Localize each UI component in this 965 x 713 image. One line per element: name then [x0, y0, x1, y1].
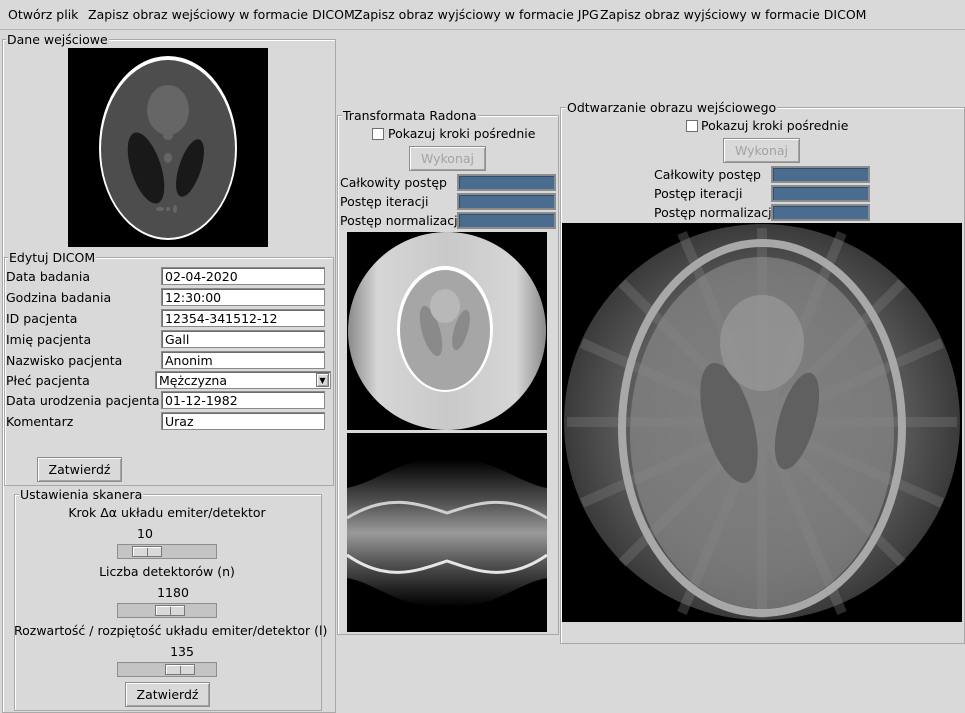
radon-iteration-progress-bar: [457, 193, 556, 210]
reconstruction-normalization-progress-fill: [772, 205, 869, 220]
birth-date-field[interactable]: 01-12-1982: [161, 391, 325, 409]
phantom-small-spot-4: [166, 207, 170, 211]
reconstruction-iteration-progress-bar: [771, 185, 870, 202]
reconstruction-normalization-progress-label: Postęp normalizacji: [654, 205, 776, 220]
radon-title: Transformata Radona: [342, 108, 478, 123]
phantom-small-spot-1: [163, 132, 173, 140]
exam-time-field[interactable]: 12:30:00: [161, 288, 325, 306]
label-patient-id: ID pacjenta: [6, 311, 78, 326]
radon-total-progress-label: Całkowity postęp: [340, 175, 447, 190]
reconstruction-show-steps-label: Pokazuj kroki pośrednie: [701, 118, 849, 133]
sinogram-band: [347, 459, 547, 607]
reconstruction-total-progress-bar: [771, 166, 870, 183]
detectors-label: Liczba detektorów (n): [99, 564, 235, 579]
exam-date-field[interactable]: 02-04-2020: [161, 267, 325, 285]
reconstruction-normalization-progress-bar: [771, 204, 870, 221]
sinogram-drawing: [347, 459, 547, 607]
step-label: Krok Δα układu emiter/detektor: [68, 505, 266, 520]
patient-first-name-field[interactable]: Gall: [161, 330, 325, 348]
label-patient-first-name: Imię pacjenta: [6, 332, 92, 347]
detectors-slider[interactable]: [117, 603, 217, 618]
radon-normalization-progress-fill: [458, 213, 555, 228]
detectors-value: 1180: [157, 585, 189, 600]
menu-save-output-jpg[interactable]: Zapisz obraz wyjściowy w formacie JPG: [354, 7, 599, 22]
chevron-down-icon[interactable]: ▼: [316, 373, 329, 387]
reconstruction-show-steps-checkbox[interactable]: [686, 120, 698, 132]
step-slider-handle-grip: [147, 548, 149, 557]
radon-preview-top-blob: [430, 289, 460, 323]
spread-value: 135: [170, 644, 194, 659]
radon-total-progress-fill: [458, 175, 555, 190]
menu-open-file[interactable]: Otwórz plik: [8, 7, 78, 22]
phantom-top-blob: [147, 85, 189, 135]
input-phantom-image: [68, 48, 268, 247]
spread-label: Rozwartość / rozpiętość układu emiter/de…: [14, 623, 328, 638]
label-exam-date: Data badania: [6, 269, 91, 284]
detectors-slider-handle-grip: [170, 607, 172, 616]
radon-show-steps-checkbox[interactable]: [372, 128, 384, 140]
reconstruction-title: Odtwarzanie obrazu wejściowego: [566, 100, 778, 115]
menu-save-output-dicom[interactable]: Zapisz obraz wyjściowy w formacie DICOM: [600, 7, 866, 22]
radon-preview-brain: [400, 270, 490, 390]
scanner-settings-title: Ustawienia skanera: [19, 487, 144, 502]
reconstruction-output-image: [562, 223, 962, 622]
reconstruction-top-blob: [720, 295, 804, 391]
reconstruction-total-progress-label: Całkowity postęp: [654, 167, 761, 182]
comment-field[interactable]: Uraz: [161, 412, 325, 430]
scanner-confirm-button[interactable]: Zatwierdź: [125, 682, 210, 707]
reconstruction-iteration-progress-label: Postęp iteracji: [654, 186, 743, 201]
radon-iteration-progress-label: Postęp iteracji: [340, 194, 429, 209]
radon-normalization-progress-bar: [457, 212, 556, 229]
reconstruction-drawing: [564, 224, 960, 620]
phantom-small-spot-2: [164, 153, 172, 163]
radon-total-progress-bar: [457, 174, 556, 191]
spread-slider-handle[interactable]: [165, 664, 196, 675]
step-slider-handle[interactable]: [132, 546, 163, 557]
label-comment: Komentarz: [6, 414, 74, 429]
label-exam-time: Godzina badania: [6, 290, 112, 305]
radon-execute-button[interactable]: Wykonaj: [409, 146, 486, 171]
step-slider[interactable]: [117, 544, 217, 559]
label-patient-sex: Płeć pacjenta: [6, 373, 90, 388]
input-data-title: Dane wejściowe: [6, 32, 109, 47]
phantom-drawing: [99, 56, 237, 240]
phantom-small-spot-5: [173, 205, 177, 213]
reconstruction-total-progress-fill: [772, 167, 869, 182]
label-patient-last-name: Nazwisko pacjenta: [6, 353, 123, 368]
sinogram-preview: [347, 433, 547, 632]
menu-save-input-dicom[interactable]: Zapisz obraz wejściowy w formacie DICOM: [88, 7, 355, 22]
reconstruction-execute-button[interactable]: Wykonaj: [723, 138, 800, 163]
radon-reconstruction-preview: [347, 232, 547, 430]
patient-id-field[interactable]: 12354-341512-12: [161, 309, 325, 327]
reconstruction-iteration-progress-fill: [772, 186, 869, 201]
radon-reconstruction-drawing: [348, 232, 546, 430]
patient-last-name-field[interactable]: Anonim: [161, 351, 325, 369]
detectors-slider-handle[interactable]: [155, 605, 186, 616]
radon-normalization-progress-label: Postęp normalizacji: [340, 213, 462, 228]
step-value: 10: [137, 526, 153, 541]
label-birth-date: Data urodzenia pacjenta: [6, 393, 160, 408]
menu-bar: Otwórz plik Zapisz obraz wejściowy w for…: [0, 0, 965, 30]
patient-sex-select[interactable]: Mężczyzna ▼: [155, 371, 331, 389]
phantom-small-spot-3: [156, 207, 164, 211]
radon-iteration-progress-fill: [458, 194, 555, 209]
radon-show-steps-label: Pokazuj kroki pośrednie: [388, 126, 536, 141]
edit-dicom-title: Edytuj DICOM: [8, 250, 97, 265]
spread-slider-handle-grip: [180, 666, 182, 675]
patient-sex-value: Mężczyzna: [159, 373, 228, 388]
spread-slider[interactable]: [117, 662, 217, 677]
dicom-confirm-button[interactable]: Zatwierdź: [37, 457, 122, 482]
